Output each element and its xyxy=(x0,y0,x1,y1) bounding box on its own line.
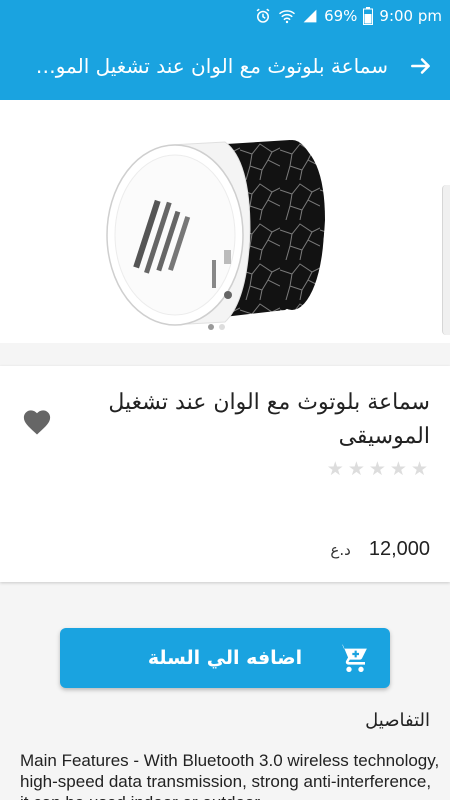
battery-icon xyxy=(363,7,374,25)
product-info-card: سماعة بلوتوث مع الوان عند تشغيل الموسيقى… xyxy=(0,366,450,582)
shopping-cart-icon xyxy=(336,642,370,674)
rating-stars: ★ ★ ★ ★ ★ xyxy=(327,459,428,479)
price: د.ع 12,000 xyxy=(330,538,430,561)
details-text: Main Features - With Bluetooth 3.0 wirel… xyxy=(20,751,440,800)
alarm-icon xyxy=(254,7,272,25)
status-bar: 69% 9:00 pm xyxy=(0,0,450,32)
price-amount: 12,000 xyxy=(368,538,430,560)
star-icon: ★ xyxy=(410,458,428,480)
signal-icon xyxy=(302,8,318,24)
add-to-cart-label: اضافه الي السلة xyxy=(147,647,303,669)
gallery-dot-active[interactable] xyxy=(208,324,214,330)
battery-percent: 69% xyxy=(324,7,358,25)
gallery-indicator xyxy=(208,324,225,330)
product-name: سماعة بلوتوث مع الوان عند تشغيل الموسيقى xyxy=(108,390,430,449)
add-to-cart-button[interactable]: اضافه الي السلة xyxy=(60,628,390,688)
app-bar: سماعة بلوتوث مع الوان عند تشغيل الموسيقى xyxy=(0,32,450,100)
details-heading: التفاصيل xyxy=(365,710,430,731)
product-image-gallery[interactable] xyxy=(0,100,450,343)
next-image-peek[interactable] xyxy=(442,185,450,335)
wifi-icon xyxy=(278,8,296,24)
clock-time: 9:00 pm xyxy=(379,7,442,25)
gallery-dot[interactable] xyxy=(219,324,225,330)
star-icon: ★ xyxy=(389,458,407,480)
star-icon: ★ xyxy=(368,458,386,480)
star-icon: ★ xyxy=(347,458,365,480)
price-currency: د.ع xyxy=(330,541,351,559)
product-image xyxy=(106,140,325,326)
back-button[interactable] xyxy=(398,43,444,89)
heart-icon xyxy=(23,410,51,435)
arrow-forward-icon xyxy=(411,58,430,74)
page-title: سماعة بلوتوث مع الوان عند تشغيل الموسيقى xyxy=(28,54,388,78)
star-icon: ★ xyxy=(326,458,344,480)
favorite-button[interactable] xyxy=(22,408,56,440)
